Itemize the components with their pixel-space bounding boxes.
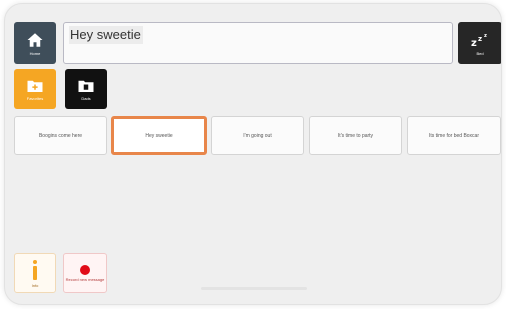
message-bar[interactable]: Hey sweetie [63, 22, 453, 64]
folder-favorites-label: Favorites [26, 95, 44, 101]
folder-dads[interactable]: Dads [65, 69, 107, 109]
phrase-label: Hey sweetie [145, 132, 173, 139]
info-label: Info [31, 282, 39, 288]
svg-text:z: z [478, 35, 482, 43]
phrase-label: Its time for bed Boxcar [428, 132, 480, 139]
home-indicator [201, 287, 307, 290]
phrase-tile[interactable]: Its time for bed Boxcar [407, 116, 501, 155]
svg-text:z: z [471, 38, 477, 49]
app-window: Home Hey sweetie z z z Bed Favorites Dad… [4, 3, 502, 305]
sleep-button[interactable]: z z z Bed [458, 22, 501, 64]
sleep-label: Bed [476, 50, 484, 56]
message-text: Hey sweetie [69, 26, 143, 44]
folder-favorites[interactable]: Favorites [14, 69, 56, 109]
home-button[interactable]: Home [14, 22, 56, 64]
home-icon [27, 32, 43, 47]
sleep-zzz-icon: z z z [471, 33, 487, 49]
phrase-tile-selected[interactable]: Hey sweetie [111, 116, 207, 155]
phrase-tile[interactable]: Boogins come here [14, 116, 107, 155]
home-label: Home [29, 50, 41, 56]
folder-plus-icon [27, 80, 43, 92]
info-button[interactable]: Info [14, 253, 56, 293]
record-message-button[interactable]: Record new message [63, 253, 107, 293]
phrase-label: Boogins come here [38, 132, 83, 139]
folder-icon [78, 80, 94, 92]
phrase-label: I'm going out [243, 132, 272, 139]
info-icon [33, 259, 37, 280]
record-label: Record new message [65, 276, 105, 282]
folder-dads-label: Dads [81, 95, 91, 101]
record-icon [80, 264, 90, 275]
phrase-label: It's time to party [337, 132, 374, 139]
phrase-tile[interactable]: I'm going out [211, 116, 304, 155]
svg-text:z: z [484, 33, 487, 39]
phrase-tile[interactable]: It's time to party [309, 116, 402, 155]
